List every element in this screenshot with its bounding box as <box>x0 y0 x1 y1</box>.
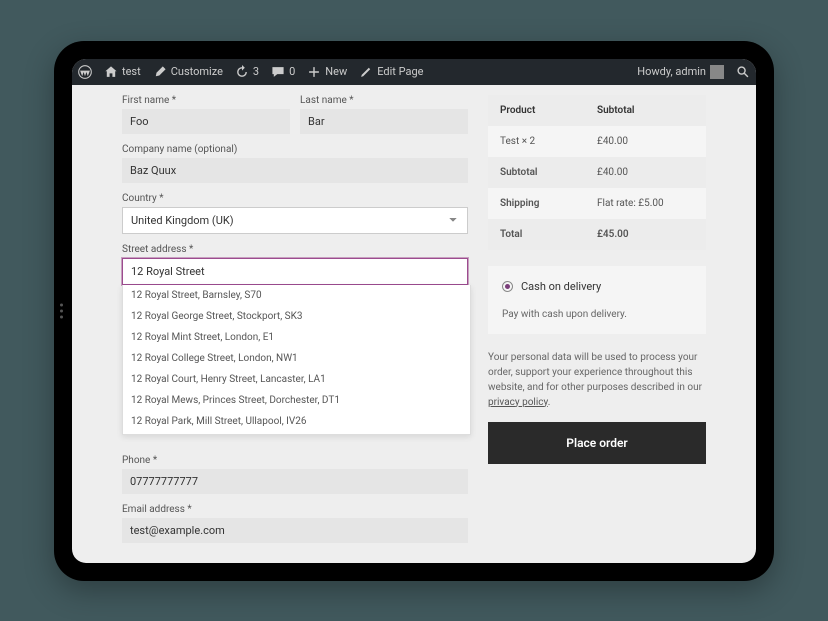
suggestion-item[interactable]: 12 Royal George Street, Stockport, SK3 <box>123 306 470 327</box>
payment-box: Cash on delivery Pay with cash upon deli… <box>488 266 706 334</box>
privacy-policy-link[interactable]: privacy policy <box>488 397 548 408</box>
payment-method-label: Cash on delivery <box>521 280 601 293</box>
suggestion-item[interactable]: 12 Royal Mint Street, London, E1 <box>123 327 470 348</box>
phone-label: Phone * <box>122 455 468 466</box>
radio-icon <box>502 281 513 292</box>
shipping-value: Flat rate: £5.00 <box>597 198 694 209</box>
shipping-label: Shipping <box>500 198 597 209</box>
order-sidebar: Product Subtotal Test × 2 £40.00 Subtota… <box>488 95 706 553</box>
subtotal-label: Subtotal <box>500 167 597 178</box>
site-name-text: test <box>122 65 141 78</box>
screen: test Customize 3 0 New Edit Page Howdy, … <box>72 59 756 563</box>
street-input[interactable] <box>122 258 468 285</box>
email-input[interactable] <box>122 518 468 543</box>
privacy-and-submit: Your personal data will be used to proce… <box>488 350 706 464</box>
lastname-label: Last name * <box>300 95 468 106</box>
comments-count: 0 <box>289 65 295 78</box>
order-item-price: £40.00 <box>597 136 694 147</box>
suggestion-item[interactable]: 12 Royal Mews, Princes Street, Dorcheste… <box>123 390 470 411</box>
home-button-dots <box>60 303 63 318</box>
total-value: £45.00 <box>597 229 694 240</box>
search-icon[interactable] <box>736 65 750 79</box>
howdy-link[interactable]: Howdy, admin <box>637 65 724 79</box>
company-label: Company name (optional) <box>122 144 468 155</box>
email-label: Email address * <box>122 504 468 515</box>
edit-page-text: Edit Page <box>377 65 423 78</box>
customize-text: Customize <box>171 65 223 78</box>
privacy-text: Your personal data will be used to proce… <box>488 350 706 410</box>
tablet-frame: test Customize 3 0 New Edit Page Howdy, … <box>54 41 774 581</box>
subtotal-value: £40.00 <box>597 167 694 178</box>
country-label: Country * <box>122 193 468 204</box>
order-summary: Product Subtotal Test × 2 £40.00 Subtota… <box>488 95 706 250</box>
suggestion-item[interactable]: 12 Royal Street, Barnsley, S70 <box>123 285 470 306</box>
payment-desc: Pay with cash upon delivery. <box>502 309 692 320</box>
comments-link[interactable]: 0 <box>271 65 295 79</box>
site-name-link[interactable]: test <box>104 65 141 79</box>
company-input[interactable] <box>122 158 468 183</box>
suggestion-item[interactable]: 12 Royal College Street, London, NW1 <box>123 348 470 369</box>
suggestion-item[interactable]: 12 Royal Court, Henry Street, Lancaster,… <box>123 369 470 390</box>
street-label: Street address * <box>122 244 468 255</box>
avatar-icon <box>710 65 724 79</box>
wp-logo-icon[interactable] <box>78 65 92 79</box>
customize-link[interactable]: Customize <box>153 65 223 79</box>
suggestion-item[interactable]: 12 Royal Court, Cowburn Street, Hindley,… <box>123 432 470 435</box>
order-head-subtotal: Subtotal <box>597 105 694 116</box>
country-select[interactable]: United Kingdom (UK) <box>122 207 468 234</box>
new-link[interactable]: New <box>307 65 347 79</box>
address-suggestions: 12 Royal Street, Barnsley, S70 12 Royal … <box>122 285 471 435</box>
lastname-input[interactable] <box>300 109 468 134</box>
order-item-name: Test × 2 <box>500 136 597 147</box>
total-label: Total <box>500 229 597 240</box>
wp-admin-bar: test Customize 3 0 New Edit Page Howdy, … <box>72 59 756 85</box>
edit-page-link[interactable]: Edit Page <box>359 65 423 79</box>
suggestion-item[interactable]: 12 Royal Park, Mill Street, Ullapool, IV… <box>123 411 470 432</box>
billing-form: First name * Last name * Company name (o… <box>122 95 468 553</box>
updates-count: 3 <box>253 65 259 78</box>
updates-link[interactable]: 3 <box>235 65 259 79</box>
firstname-input[interactable] <box>122 109 290 134</box>
place-order-button[interactable]: Place order <box>488 422 706 464</box>
order-head-product: Product <box>500 105 597 116</box>
checkout-page: First name * Last name * Company name (o… <box>72 85 756 563</box>
new-text: New <box>325 65 347 78</box>
firstname-label: First name * <box>122 95 290 106</box>
payment-method-option[interactable]: Cash on delivery <box>502 280 692 293</box>
howdy-text: Howdy, admin <box>637 65 706 78</box>
phone-input[interactable] <box>122 469 468 494</box>
